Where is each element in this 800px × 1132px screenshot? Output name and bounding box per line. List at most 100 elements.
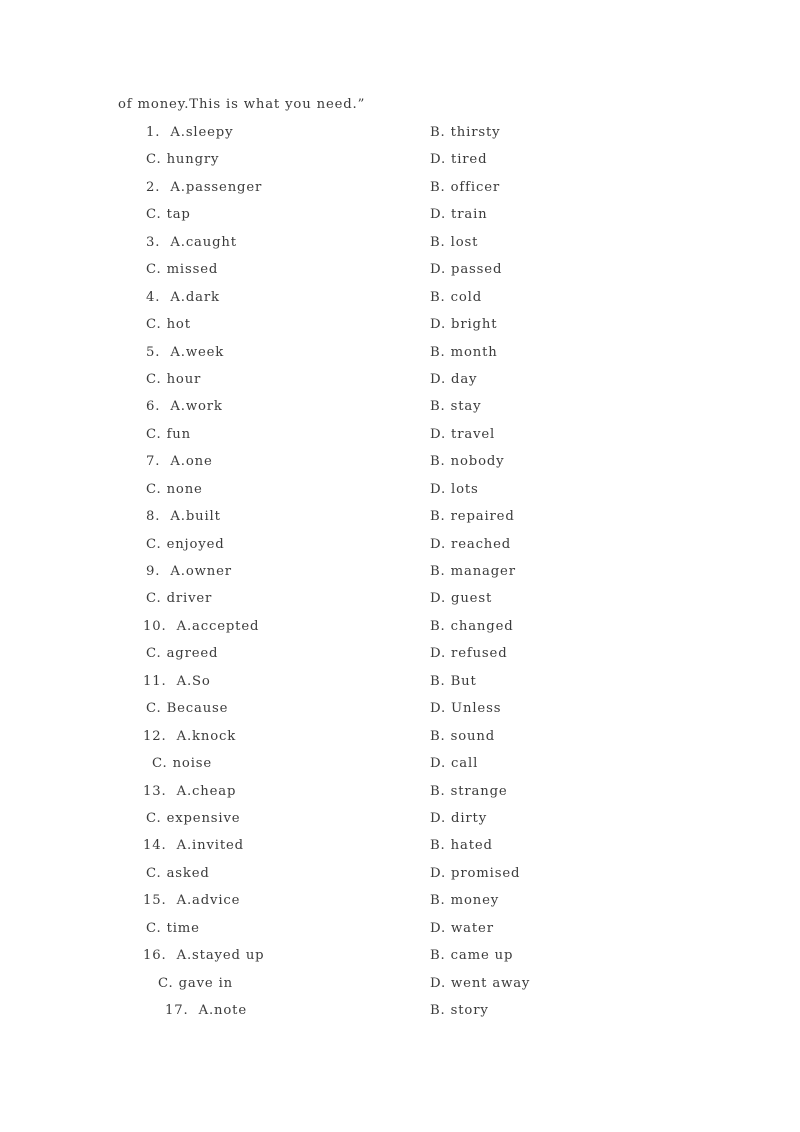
option-b-letter: B.	[430, 948, 446, 964]
option-b-cell[interactable]: B. repaired	[430, 508, 515, 525]
question-number: 2.	[146, 179, 161, 195]
option-d-cell[interactable]: D. train	[430, 206, 487, 223]
option-a-cell[interactable]: 11. A.So	[143, 673, 211, 690]
option-d-cell[interactable]: D. water	[430, 920, 494, 937]
option-c-cell[interactable]: C. tap	[146, 206, 191, 223]
option-c-cell[interactable]: C. missed	[146, 261, 218, 278]
option-d-cell[interactable]: D. refused	[430, 645, 508, 662]
option-d-letter: D.	[430, 975, 446, 991]
option-d-cell[interactable]: D. travel	[430, 426, 495, 443]
option-c-cell[interactable]: C. time	[146, 920, 200, 937]
option-a-letter: A.	[176, 728, 193, 744]
option-a-cell[interactable]: 13. A.cheap	[143, 783, 236, 800]
question-number: 11.	[143, 673, 167, 689]
option-c-cell[interactable]: C. hour	[146, 371, 201, 388]
option-row: 17. A.note B. story	[0, 1002, 800, 1029]
option-d-cell[interactable]: D. dirty	[430, 810, 487, 827]
option-c-cell[interactable]: C. expensive	[146, 810, 240, 827]
option-row: C. none D. lots	[0, 481, 800, 508]
question-number: 9.	[146, 564, 161, 579]
option-d-cell[interactable]: D. call	[430, 755, 478, 772]
option-d-cell[interactable]: D. Unless	[430, 700, 501, 717]
option-b-cell[interactable]: B. sound	[430, 728, 495, 745]
option-a-letter: A.	[170, 125, 186, 140]
option-d-cell[interactable]: D. bright	[430, 316, 497, 333]
option-row: C. fun D. travel	[0, 426, 800, 453]
option-a-cell[interactable]: 1. A.sleepy	[146, 124, 233, 141]
option-b-cell[interactable]: B. changed	[430, 618, 514, 635]
option-a-cell[interactable]: 12. A.knock	[143, 728, 236, 745]
option-c-letter: C.	[146, 426, 162, 442]
option-a-cell[interactable]: 10. A.accepted	[143, 618, 259, 635]
option-c-cell[interactable]: C. hungry	[146, 151, 219, 168]
option-d-cell[interactable]: D. tired	[430, 151, 487, 168]
option-row: C. hour D. day	[0, 371, 800, 398]
option-d-cell[interactable]: D. reached	[430, 536, 511, 553]
option-b-cell[interactable]: B. month	[430, 344, 498, 361]
option-row: 8. A.built B. repaired	[0, 508, 800, 535]
option-a-cell[interactable]: 3. A.caught	[146, 234, 237, 251]
option-c-cell[interactable]: C. noise	[152, 755, 212, 772]
option-d-letter: D.	[430, 426, 446, 442]
option-c-text: none	[166, 481, 203, 497]
option-b-cell[interactable]: B. manager	[430, 563, 516, 580]
option-b-cell[interactable]: B. money	[430, 892, 499, 909]
option-c-cell[interactable]: C. none	[146, 481, 203, 498]
option-d-cell[interactable]: D. promised	[430, 865, 520, 882]
option-b-cell[interactable]: B. hated	[430, 837, 493, 854]
option-row: 1. A.sleepy B. thirsty	[0, 124, 800, 151]
option-a-cell[interactable]: 9. A.owner	[146, 563, 232, 580]
option-c-cell[interactable]: C. enjoyed	[146, 536, 225, 553]
option-b-letter: B.	[430, 344, 446, 360]
option-a-cell[interactable]: 15. A.advice	[143, 892, 240, 909]
option-c-cell[interactable]: C. asked	[146, 865, 210, 882]
option-c-cell[interactable]: C. gave in	[158, 975, 233, 992]
option-d-cell[interactable]: D. guest	[430, 590, 492, 607]
option-b-cell[interactable]: B. nobody	[430, 453, 504, 470]
option-c-cell[interactable]: C. Because	[146, 700, 228, 717]
option-a-cell[interactable]: 16. A.stayed up	[143, 947, 264, 964]
option-b-letter: B.	[430, 728, 446, 744]
option-c-cell[interactable]: C. agreed	[146, 645, 218, 662]
option-c-letter: C.	[146, 207, 162, 223]
option-d-text: call	[451, 756, 479, 772]
option-a-cell[interactable]: 7. A.one	[146, 453, 213, 470]
question-number: 12.	[143, 728, 167, 744]
option-a-cell[interactable]: 17. A.note	[165, 1002, 247, 1019]
option-b-cell[interactable]: B. thirsty	[430, 124, 500, 141]
option-d-cell[interactable]: D. lots	[430, 481, 479, 498]
question-number: 8.	[146, 509, 161, 525]
option-a-cell[interactable]: 4. A.dark	[146, 289, 220, 306]
option-b-cell[interactable]: B. But	[430, 673, 477, 690]
option-c-cell[interactable]: C. hot	[146, 316, 191, 333]
option-c-letter: C.	[146, 536, 162, 552]
option-c-cell[interactable]: C. fun	[146, 426, 191, 443]
option-c-cell[interactable]: C. driver	[146, 590, 212, 607]
option-row: C. expensive D. dirty	[0, 810, 800, 837]
option-row: 6. A.work B. stay	[0, 398, 800, 425]
option-a-cell[interactable]: 5. A.week	[146, 344, 224, 361]
option-a-cell[interactable]: 2. A.passenger	[146, 179, 262, 196]
option-b-cell[interactable]: B. stay	[430, 398, 481, 415]
option-row: 9. A.owner B. manager	[0, 563, 800, 590]
option-d-cell[interactable]: D. went away	[430, 975, 530, 992]
option-a-text: week	[185, 344, 225, 360]
option-a-cell[interactable]: 6. A.work	[146, 398, 223, 415]
question-number: 14.	[143, 838, 167, 854]
option-a-text: work	[185, 399, 223, 415]
option-b-cell[interactable]: B. story	[430, 1002, 489, 1019]
option-b-cell[interactable]: B. officer	[430, 179, 500, 196]
option-b-cell[interactable]: B. cold	[430, 289, 482, 306]
option-a-cell[interactable]: 14. A.invited	[143, 837, 244, 854]
option-c-letter: C.	[146, 481, 162, 497]
option-c-text: hot	[166, 317, 191, 333]
option-d-cell[interactable]: D. day	[430, 371, 477, 388]
option-d-cell[interactable]: D. passed	[430, 261, 502, 278]
option-row: 5. A.week B. month	[0, 344, 800, 371]
option-b-cell[interactable]: B. came up	[430, 947, 513, 964]
option-d-letter: D.	[430, 920, 446, 936]
option-b-cell[interactable]: B. lost	[430, 234, 478, 251]
option-c-text: noise	[172, 756, 213, 772]
option-a-cell[interactable]: 8. A.built	[146, 508, 221, 525]
option-b-cell[interactable]: B. strange	[430, 783, 508, 800]
